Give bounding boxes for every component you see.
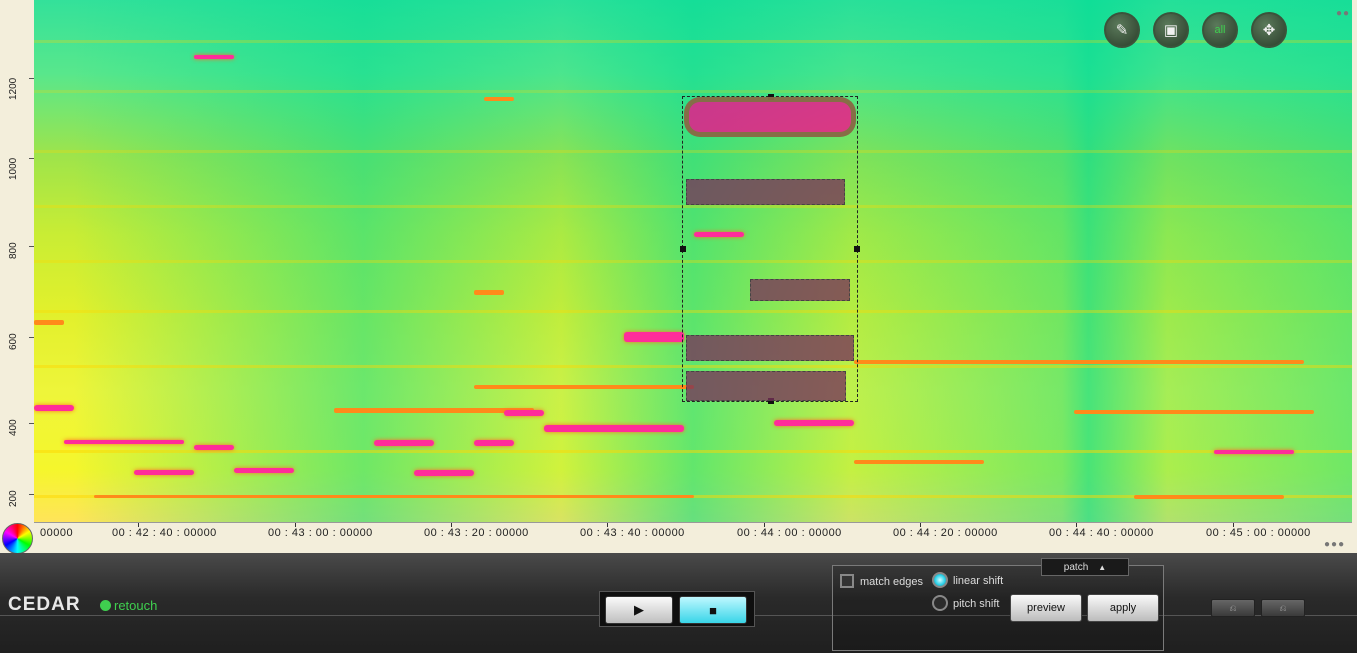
- product-name: retouch: [114, 598, 158, 613]
- patch-mode-dropdown[interactable]: patch ▲: [1041, 558, 1129, 576]
- patch-mode-label: patch: [1063, 561, 1089, 573]
- note-trace: [474, 385, 694, 389]
- note-trace: [194, 445, 234, 450]
- note-trace: [34, 320, 64, 325]
- redo-icon: ⎌: [1279, 602, 1287, 613]
- stop-button[interactable]: ■: [679, 596, 747, 624]
- retouch-app: 200 400 600 800 1000 1200 ✎ ▣ all ✥ ●● 0…: [0, 0, 1357, 653]
- x-label: 00 : 43 : 20 : 00000: [424, 527, 529, 539]
- note-trace: [374, 440, 434, 446]
- note-trace: [234, 468, 294, 473]
- undo-icon: ⎌: [1229, 602, 1237, 613]
- note-trace: [1214, 450, 1294, 454]
- apply-button[interactable]: apply: [1087, 594, 1159, 622]
- note-trace: [64, 440, 184, 444]
- transport-controls: ▶ ■: [599, 591, 755, 627]
- x-label: 00 : 42 : 40 : 00000: [112, 527, 217, 539]
- x-label: 00 : 43 : 40 : 00000: [580, 527, 685, 539]
- y-label-1200: 1200: [8, 77, 19, 100]
- cedar-logo: CEDAR: [8, 594, 81, 615]
- spectrogram-view: 200 400 600 800 1000 1200 ✎ ▣ all ✥ ●● 0…: [0, 0, 1357, 554]
- resize-grip-icon[interactable]: ●●●: [1324, 539, 1345, 550]
- patch-region[interactable]: [750, 279, 850, 301]
- x-label: 00 : 43 : 00 : 00000: [268, 527, 373, 539]
- rect-select-tool-button[interactable]: ▣: [1153, 12, 1189, 48]
- all-icon: all: [1214, 24, 1226, 36]
- match-edges-checkbox[interactable]: [840, 574, 854, 588]
- note-trace: [34, 405, 74, 411]
- x-label: 00 : 44 : 40 : 00000: [1049, 527, 1154, 539]
- linear-shift-label: linear shift: [953, 575, 1004, 587]
- redo-button[interactable]: ⎌: [1261, 599, 1305, 617]
- note-trace: [474, 290, 504, 295]
- brush-icon: ✎: [1115, 22, 1129, 39]
- match-edges-label: match edges: [860, 576, 923, 588]
- selection-handle-right[interactable]: [854, 246, 860, 252]
- brush-tool-button[interactable]: ✎: [1104, 12, 1140, 48]
- note-trace: [1074, 410, 1314, 414]
- note-trace: [1134, 495, 1284, 499]
- note-trace: [854, 360, 1304, 364]
- x-label: 00 : 44 : 00 : 00000: [737, 527, 842, 539]
- note-trace: [544, 425, 684, 432]
- x-label: 00000: [40, 527, 74, 539]
- selection-handle-left[interactable]: [680, 246, 686, 252]
- note-trace: [194, 55, 234, 59]
- patch-region[interactable]: [686, 179, 845, 205]
- frequency-axis: 200 400 600 800 1000 1200: [0, 0, 35, 522]
- note-trace: [94, 495, 694, 498]
- play-button[interactable]: ▶: [605, 596, 673, 624]
- y-label-800: 800: [8, 242, 19, 259]
- x-label: 00 : 45 : 00 : 00000: [1206, 527, 1311, 539]
- preview-button[interactable]: preview: [1010, 594, 1082, 622]
- linear-shift-radio[interactable]: [932, 572, 948, 588]
- y-label-200: 200: [8, 490, 19, 507]
- color-wheel-icon[interactable]: [2, 523, 33, 554]
- note-trace: [134, 470, 194, 475]
- note-trace: [474, 440, 514, 446]
- select-all-tool-button[interactable]: all: [1202, 12, 1238, 48]
- retouch-leaf-icon: [100, 600, 111, 611]
- control-panel: CEDAR retouch ▶ ■ patch ▲ match edges lin…: [0, 553, 1357, 653]
- harmonic-band: [34, 450, 1352, 453]
- pitch-shift-label: pitch shift: [953, 598, 1000, 610]
- harmonic-band: [34, 40, 1352, 43]
- note-trace: [624, 332, 684, 342]
- lasso-region[interactable]: [684, 97, 856, 137]
- pitch-shift-radio[interactable]: [932, 595, 948, 611]
- y-label-400: 400: [8, 419, 19, 436]
- harmonic-band: [34, 90, 1352, 93]
- move-tool-button[interactable]: ✥: [1251, 12, 1287, 48]
- patch-region[interactable]: [686, 335, 854, 361]
- note-trace: [484, 97, 514, 101]
- move-icon: ✥: [1262, 22, 1276, 39]
- x-label: 00 : 44 : 20 : 00000: [893, 527, 998, 539]
- time-axis: 00000 00 : 42 : 40 : 00000 00 : 43 : 00 …: [34, 522, 1352, 554]
- retouch-logo: retouch: [100, 598, 157, 613]
- y-label-600: 600: [8, 333, 19, 350]
- note-trace: [414, 470, 474, 476]
- chevron-up-icon: ▲: [1098, 562, 1107, 572]
- note-trace: [774, 420, 854, 426]
- note-trace: [504, 410, 544, 416]
- play-icon: ▶: [634, 602, 644, 617]
- y-label-1000: 1000: [8, 157, 19, 180]
- note-trace: [854, 460, 984, 464]
- patch-region[interactable]: [686, 371, 846, 401]
- resize-grip-icon[interactable]: ●●: [1336, 8, 1350, 19]
- rect-select-icon: ▣: [1163, 22, 1179, 39]
- stop-icon: ■: [709, 602, 717, 618]
- undo-button[interactable]: ⎌: [1211, 599, 1255, 617]
